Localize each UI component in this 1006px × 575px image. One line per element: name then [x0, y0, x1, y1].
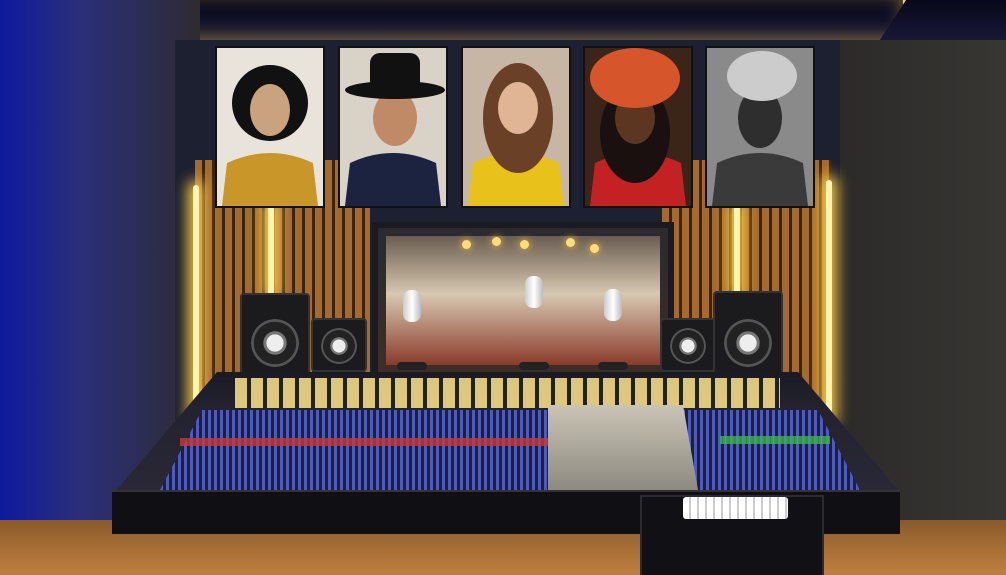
microphone-base [519, 362, 549, 370]
portrait-photo [340, 48, 446, 206]
condenser-microphone [403, 290, 421, 322]
console-meter-bridge [235, 378, 780, 408]
studio-monitor-speaker [713, 291, 783, 379]
condenser-microphone [525, 276, 543, 308]
pendant-bulb [492, 237, 501, 246]
pendant-bulb [566, 238, 575, 247]
microphone-base [598, 362, 628, 370]
portrait-gallery [217, 48, 817, 206]
console-master-section [548, 405, 698, 490]
portrait-photo [585, 48, 691, 206]
console-channel-strips [160, 410, 860, 490]
pendant-bulb [590, 244, 599, 253]
portrait-photo [463, 48, 569, 206]
portrait-photo [217, 48, 323, 206]
vertical-led-strip [826, 180, 832, 420]
portrait-photo [707, 48, 813, 206]
vertical-led-strip [268, 205, 274, 295]
microphone-base [397, 362, 427, 370]
pendant-bulb [462, 240, 471, 249]
condenser-microphone [604, 289, 622, 321]
studio-scene [0, 0, 1006, 575]
computer-keyboard [683, 497, 788, 519]
studio-monitor-speaker [240, 293, 310, 379]
studio-monitor-speaker [311, 318, 367, 372]
pendant-bulb [520, 240, 529, 249]
vertical-led-strip [734, 205, 740, 295]
console-red-knob-row [180, 438, 550, 446]
console-green-knob-row [720, 436, 830, 444]
studio-monitor-speaker [660, 318, 716, 372]
